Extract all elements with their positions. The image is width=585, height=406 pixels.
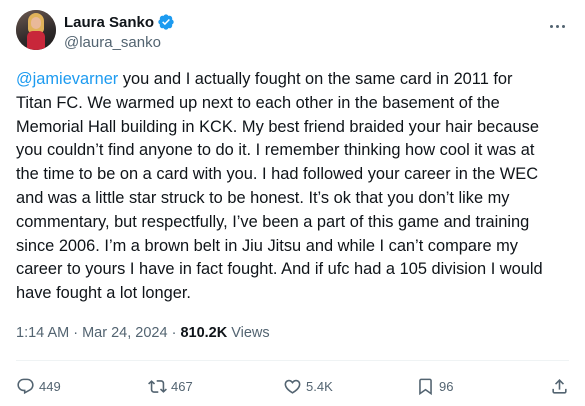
tweet-line: you couldn’t find anyone to do it. I rem… <box>16 141 535 160</box>
reply-icon <box>17 378 34 394</box>
views-count: 810.2K <box>180 325 228 341</box>
repost-count: 467 <box>171 378 193 394</box>
tweet-header: Laura Sanko @laura_sanko <box>16 10 569 58</box>
tweet-line: Memorial Hall building in KCK. My best f… <box>16 117 539 136</box>
heart-icon <box>284 379 301 394</box>
author-names: Laura Sanko @laura_sanko <box>64 12 175 51</box>
like-count: 5.4K <box>306 378 333 394</box>
tweet-line: commentary, but respectfully, I’ve been … <box>16 212 530 231</box>
action-bar: 449 467 5.4K 96 <box>16 372 569 400</box>
tweet-line: @jamievarner you and I actually fought o… <box>16 70 513 88</box>
tweet-date[interactable]: Mar 24, 2024 <box>82 325 167 341</box>
tweet-meta: 1:14 AM · Mar 24, 2024 · 810.2K Views <box>16 325 270 341</box>
tweet-line: Titan FC. We warmed up next to each othe… <box>16 93 500 112</box>
tweet-line: and was a little star struck to be hones… <box>16 188 510 207</box>
bookmark-count: 96 <box>439 378 454 394</box>
share-icon <box>552 378 567 394</box>
verified-badge-icon <box>158 14 174 30</box>
repost-icon <box>148 379 167 393</box>
bookmark-button[interactable]: 96 <box>416 372 453 400</box>
reply-button[interactable]: 449 <box>16 372 61 400</box>
tweet-line: the time to be on a card with you. I had… <box>16 165 539 184</box>
author-handle[interactable]: @laura_sanko <box>64 34 175 51</box>
meta-separator: · <box>69 325 83 341</box>
meta-separator: · <box>167 325 181 341</box>
avatar[interactable] <box>16 10 56 50</box>
bookmark-icon <box>419 378 432 395</box>
tweet-line: career to yours I have in fact fought. A… <box>16 260 543 279</box>
tweet-line: since 2006. I’m a brown belt in Jiu Jits… <box>16 236 518 255</box>
like-button[interactable]: 5.4K <box>283 372 333 400</box>
reply-count: 449 <box>39 378 61 394</box>
repost-button[interactable]: 467 <box>148 372 193 400</box>
author-display-name[interactable]: Laura Sanko <box>64 14 154 31</box>
tweet-time[interactable]: 1:14 AM <box>16 325 69 341</box>
share-button[interactable] <box>550 372 569 400</box>
tweet-text: @jamievarner you and I actually fought o… <box>16 68 572 306</box>
mention-link[interactable]: @jamievarner <box>16 70 118 88</box>
tweet-line: have fought a lot longer. <box>16 284 191 303</box>
divider <box>16 360 569 361</box>
views-label: Views <box>227 325 270 341</box>
more-options-icon[interactable] <box>545 14 569 38</box>
